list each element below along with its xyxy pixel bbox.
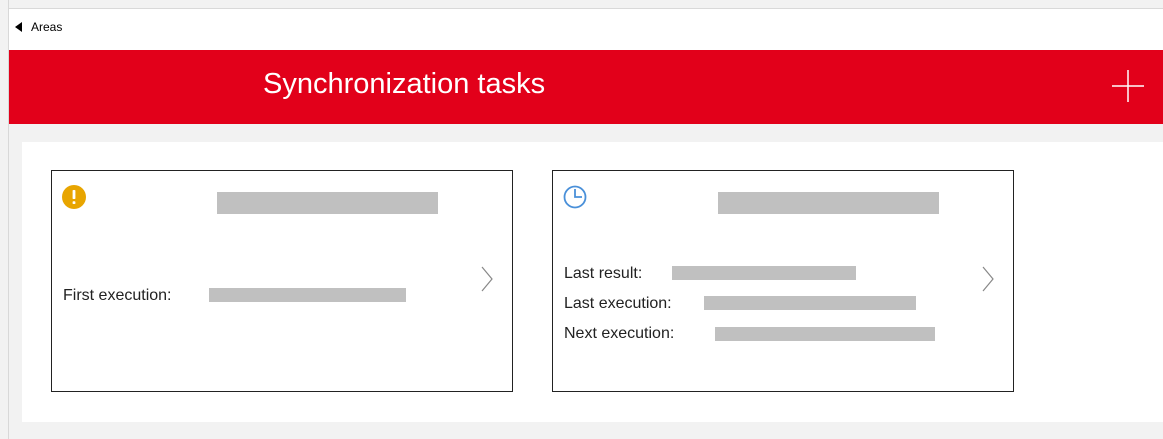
next-execution-value-redacted bbox=[715, 327, 935, 341]
last-result-value-redacted bbox=[672, 266, 856, 280]
back-arrow-icon bbox=[15, 22, 22, 32]
app-window: Areas Synchronization tasks First execut… bbox=[8, 0, 1163, 439]
page-header: Synchronization tasks bbox=[9, 50, 1163, 124]
back-button[interactable]: Areas bbox=[15, 20, 62, 34]
add-task-button[interactable] bbox=[1110, 68, 1146, 104]
clock-icon bbox=[563, 185, 587, 209]
task-list: First execution: Last result: Last execu… bbox=[22, 142, 1163, 422]
chevron-right-icon bbox=[481, 266, 493, 292]
warning-icon bbox=[62, 185, 86, 209]
task-card[interactable]: Last result: Last execution: Next execut… bbox=[552, 170, 1014, 392]
last-execution-label: Last execution: bbox=[564, 295, 672, 312]
first-execution-value-redacted bbox=[209, 288, 406, 302]
last-execution-value-redacted bbox=[704, 296, 916, 310]
page-title: Synchronization tasks bbox=[263, 68, 546, 100]
plus-icon bbox=[1112, 70, 1144, 102]
last-result-label: Last result: bbox=[564, 265, 643, 282]
top-navigation-bar: Areas bbox=[9, 8, 1163, 51]
back-label: Areas bbox=[31, 20, 63, 34]
task-name-redacted bbox=[718, 192, 939, 214]
task-name-redacted bbox=[217, 192, 438, 214]
first-execution-label: First execution: bbox=[63, 287, 172, 304]
next-execution-label: Next execution: bbox=[564, 325, 675, 342]
chevron-right-icon bbox=[982, 266, 994, 292]
task-card[interactable]: First execution: bbox=[51, 170, 513, 392]
